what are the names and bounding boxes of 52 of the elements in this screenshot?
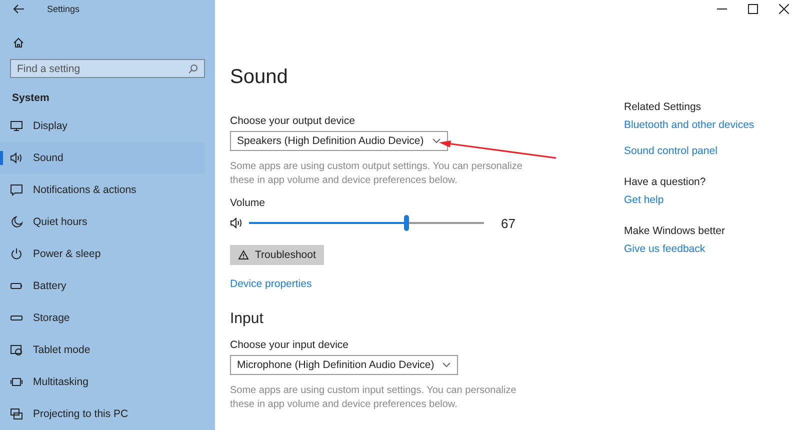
sidebar-item[interactable]: Display — [0, 110, 205, 142]
home-icon[interactable] — [13, 37, 24, 48]
section-heading: Related Settings — [624, 101, 702, 113]
sidebar-item[interactable]: Quiet hours — [0, 206, 205, 238]
sidebar-item[interactable]: Battery — [0, 270, 205, 302]
sidebar-item[interactable]: Projecting to this PC — [0, 398, 205, 430]
search-icon — [188, 64, 198, 74]
page-title: Sound — [230, 66, 289, 89]
speaker-icon[interactable] — [230, 217, 244, 229]
back-arrow-icon[interactable] — [13, 4, 25, 14]
section-heading: Make Windows better — [624, 225, 726, 237]
field-label: Choose your output device — [230, 115, 356, 127]
settings-link[interactable]: Give us feedback — [624, 243, 706, 255]
projector-icon — [10, 408, 23, 420]
sidebar-item[interactable]: Tablet mode — [0, 334, 205, 366]
input-device-dropdown[interactable]: Microphone (High Definition Audio Device) — [230, 355, 458, 375]
chevron-icon — [442, 362, 452, 368]
volume-label: Volume — [230, 197, 266, 209]
section-heading: System — [12, 92, 50, 104]
output-device-dropdown[interactable]: Speakers (High Definition Audio Device) — [230, 131, 448, 151]
maximize-icon[interactable] — [748, 4, 758, 14]
settings-link[interactable]: Bluetooth and other devices — [624, 119, 754, 131]
window-title: Settings — [47, 4, 80, 14]
message-icon — [10, 184, 23, 196]
warning-icon — [238, 250, 249, 260]
device-properties-link[interactable]: Device properties — [230, 278, 312, 290]
speaker-icon — [10, 152, 23, 164]
moon-icon — [10, 216, 23, 228]
close-icon[interactable] — [779, 4, 789, 14]
sidebar-item[interactable]: Notifications & actions — [0, 174, 205, 206]
section-heading: Have a question? — [624, 176, 707, 188]
battery-icon — [10, 280, 23, 292]
sidebar-item[interactable]: Storage — [0, 302, 205, 334]
window-icon — [10, 376, 23, 388]
sidebar-item[interactable]: Power & sleep — [0, 238, 205, 270]
chevron-icon — [432, 138, 441, 144]
volume-slider[interactable] — [249, 215, 484, 231]
settings-link[interactable]: Sound control panel — [624, 145, 718, 157]
slider-thumb[interactable] — [404, 215, 409, 231]
tablet-icon — [10, 344, 23, 356]
troubleshoot-button[interactable]: Troubleshoot — [230, 245, 324, 265]
sidebar-item[interactable]: Multitasking — [0, 366, 205, 398]
section-title: Input — [230, 310, 264, 327]
monitor-icon — [10, 120, 23, 132]
help-text: Some apps are using custom input settings. You can personalize these in app volume and device preferences below. — [230, 384, 518, 412]
volume-value: 67 — [501, 216, 516, 230]
power-icon — [10, 248, 23, 260]
sidebar-item[interactable]: Sound — [0, 142, 205, 174]
settings-link[interactable]: Get help — [624, 194, 664, 206]
field-label: Choose your input device — [230, 339, 350, 351]
search-field[interactable]: Find a setting — [10, 59, 205, 78]
help-text: Some apps are using custom output settings. You can personalize these in app volume and device preferences below. — [230, 160, 524, 188]
